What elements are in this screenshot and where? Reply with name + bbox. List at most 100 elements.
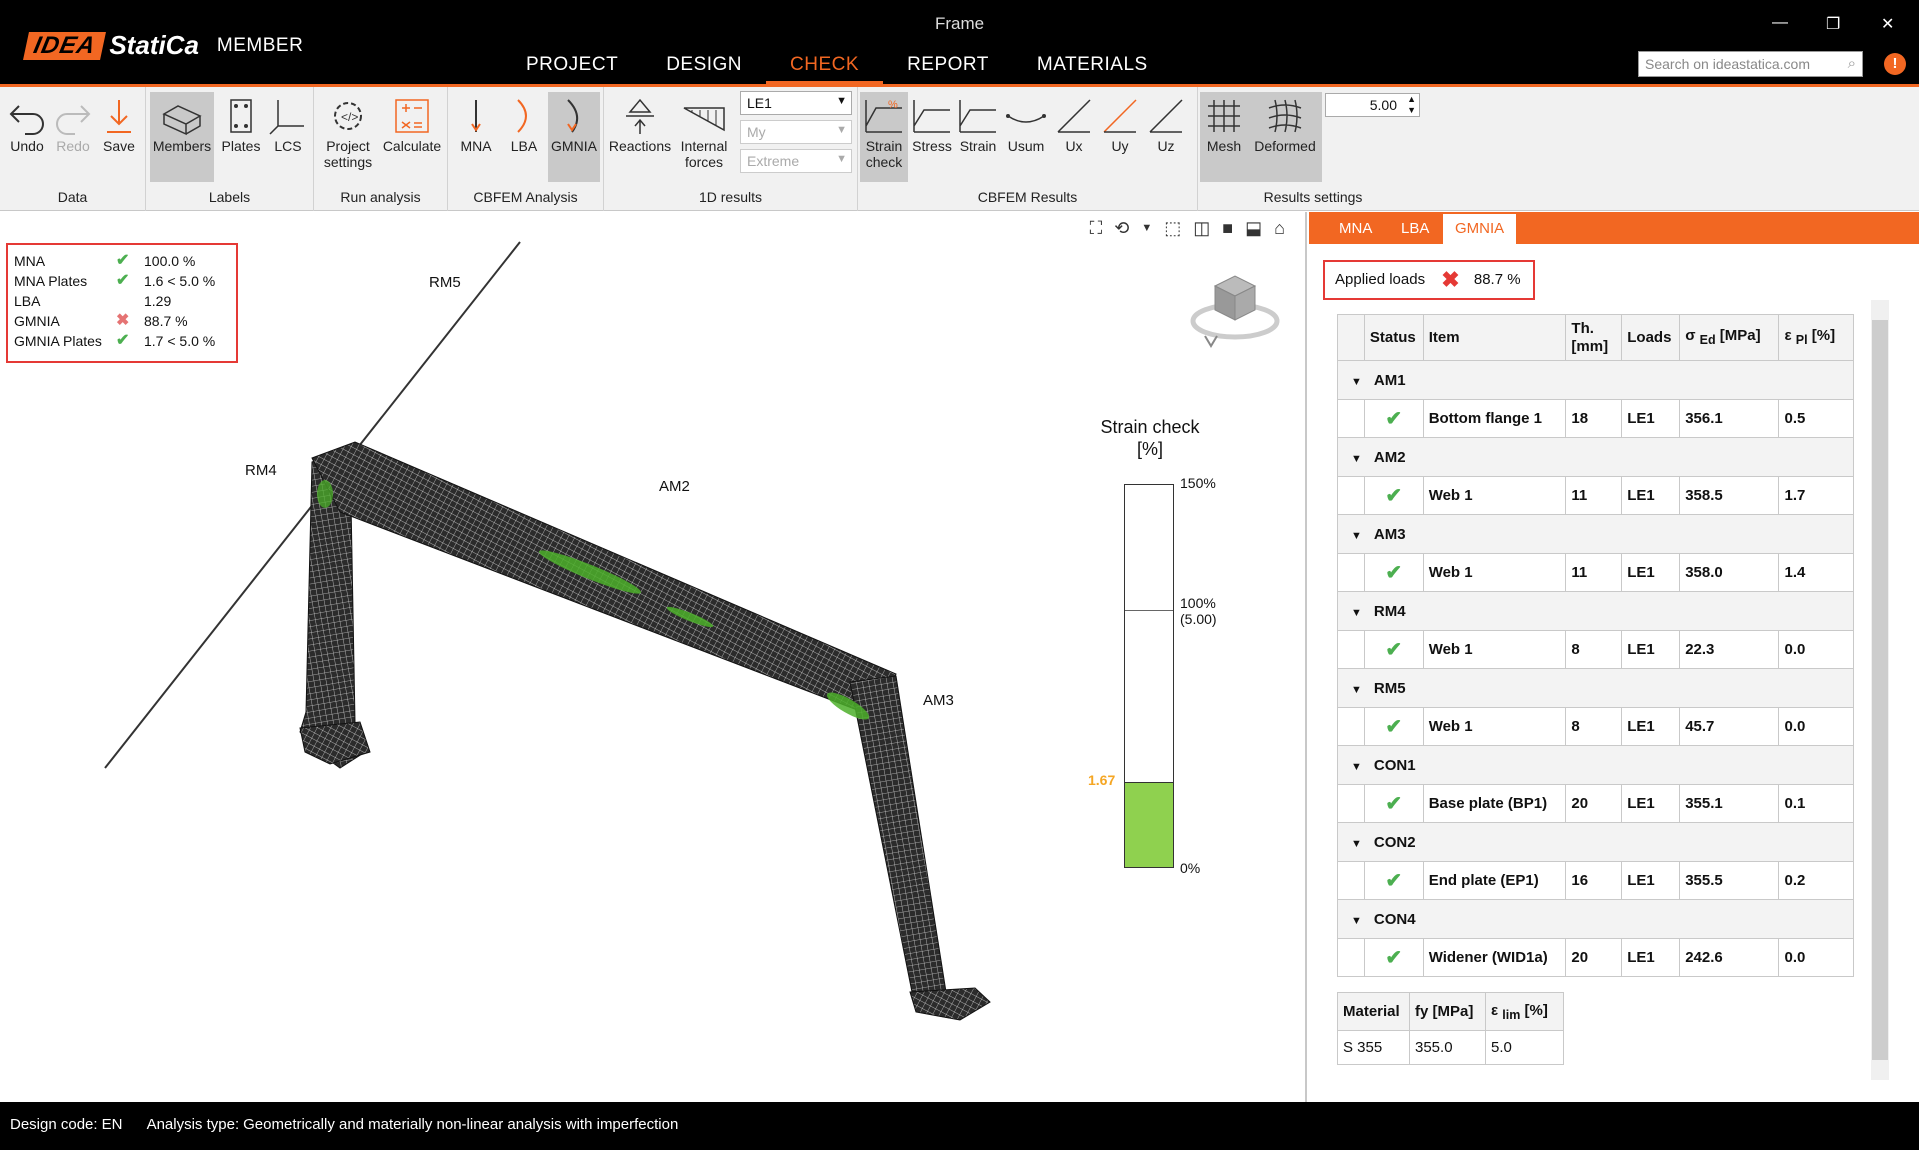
project-settings-button[interactable]: </> Project settings bbox=[318, 92, 378, 182]
item-cell: Base plate (BP1) bbox=[1422, 784, 1567, 823]
redo-button[interactable]: Redo bbox=[52, 92, 94, 182]
results-table: Status Item Th. [mm] Loads σ Ed [MPa] ε P… bbox=[1337, 314, 1854, 977]
analysis-type-label: Analysis type: bbox=[146, 1116, 240, 1133]
uz-label: Uz bbox=[1157, 138, 1175, 154]
view-cube-icon[interactable] bbox=[1185, 266, 1285, 366]
3d-viewport[interactable]: ⛶ ⟲ ▼ ⬚ ◫ ■ ⬓ ⌂ MNA ✔ 100.0 % MNA Plates ✔ 1.… bbox=[0, 212, 1307, 1102]
strain-check-button[interactable]: % Strain check bbox=[860, 92, 908, 182]
group-row[interactable]: ▼ CON1 bbox=[1337, 745, 1854, 785]
table-row[interactable]: ✔ Web 1 8 LE1 45.7 0.0 bbox=[1337, 707, 1854, 746]
table-row[interactable]: ✔ Widener (WID1a) 20 LE1 242.6 0.0 bbox=[1337, 938, 1854, 977]
chevron-down-icon[interactable]: ▼ bbox=[1351, 376, 1362, 388]
chevron-down-icon[interactable]: ▼ bbox=[1351, 761, 1362, 773]
extreme-select[interactable]: Extreme ▼ bbox=[740, 149, 852, 173]
component-select[interactable]: My ▼ bbox=[740, 120, 852, 144]
load-case-select[interactable]: LE1 ▼ bbox=[740, 91, 852, 115]
eps-cell: 0.0 bbox=[1778, 707, 1854, 746]
members-button[interactable]: Members bbox=[150, 92, 214, 182]
col-sigma-unit: [MPa] bbox=[1719, 326, 1761, 344]
material-name: S 355 bbox=[1337, 1030, 1410, 1065]
usum-button[interactable]: Usum bbox=[1002, 92, 1050, 182]
thickness-cell: 20 bbox=[1565, 784, 1623, 823]
applied-loads-label: Applied loads bbox=[1335, 271, 1426, 288]
chevron-down-icon[interactable]: ▼ bbox=[1351, 684, 1362, 696]
undo-button[interactable]: Undo bbox=[4, 92, 50, 182]
tab-lba[interactable]: LBA bbox=[1389, 214, 1441, 244]
deformed-button[interactable]: Deformed bbox=[1248, 92, 1322, 182]
chevron-down-icon[interactable]: ▼ bbox=[1351, 453, 1362, 465]
item-cell: Widener (WID1a) bbox=[1422, 938, 1567, 977]
loads-cell: LE1 bbox=[1621, 399, 1681, 438]
spinner-arrows-icon[interactable]: ▲ ▼ bbox=[1407, 94, 1416, 116]
member-label-rm5: RM5 bbox=[427, 274, 463, 291]
ribbon-group-data-label: Data bbox=[57, 189, 88, 205]
menu-materials[interactable]: MATERIALS bbox=[1013, 50, 1172, 84]
thickness-cell: 8 bbox=[1565, 630, 1623, 669]
reactions-button[interactable]: Reactions bbox=[608, 92, 672, 182]
plates-button[interactable]: Plates bbox=[218, 92, 264, 182]
minimize-icon[interactable]: — bbox=[1772, 14, 1788, 32]
col-eps-unit: [%] bbox=[1811, 326, 1836, 344]
redo-label: Redo bbox=[56, 138, 90, 154]
chevron-down-icon[interactable]: ▼ bbox=[1351, 915, 1362, 927]
usum-label: Usum bbox=[1007, 138, 1045, 154]
load-case-value: LE1 bbox=[747, 95, 772, 111]
scrollbar-thumb[interactable] bbox=[1872, 320, 1888, 1060]
table-row[interactable]: ✔ Web 1 11 LE1 358.0 1.4 bbox=[1337, 553, 1854, 592]
menu-project[interactable]: PROJECT bbox=[502, 50, 642, 84]
loads-cell: LE1 bbox=[1621, 938, 1681, 977]
uy-button[interactable]: Uy bbox=[1098, 92, 1142, 182]
col-sigma-symbol: σ bbox=[1685, 326, 1696, 344]
menu-design[interactable]: DESIGN bbox=[642, 50, 766, 84]
fail-x-icon: ✖ bbox=[1441, 267, 1460, 293]
tab-mna[interactable]: MNA bbox=[1327, 214, 1384, 244]
thickness-cell: 20 bbox=[1565, 938, 1623, 977]
group-row[interactable]: ▼ AM2 bbox=[1337, 437, 1854, 477]
chevron-down-icon[interactable]: ▼ bbox=[1351, 838, 1362, 850]
table-row[interactable]: ✔ Bottom flange 1 18 LE1 356.1 0.5 bbox=[1337, 399, 1854, 438]
gmnia-button[interactable]: GMNIA bbox=[548, 92, 600, 182]
tab-gmnia[interactable]: GMNIA bbox=[1443, 214, 1517, 244]
chevron-down-icon[interactable]: ▼ bbox=[1351, 530, 1362, 542]
group-row[interactable]: ▼ CON4 bbox=[1337, 899, 1854, 939]
group-row[interactable]: ▼ AM3 bbox=[1337, 514, 1854, 554]
table-row[interactable]: ✔ Web 1 8 LE1 22.3 0.0 bbox=[1337, 630, 1854, 669]
calculate-button[interactable]: Calculate bbox=[380, 92, 444, 182]
mesh-label: Mesh bbox=[1206, 138, 1242, 154]
chevron-down-icon[interactable]: ▼ bbox=[1351, 607, 1362, 619]
group-row[interactable]: ▼ CON2 bbox=[1337, 822, 1854, 862]
undo-icon bbox=[9, 105, 44, 135]
deformation-scale-input[interactable]: 5.00 ▲ ▼ bbox=[1325, 93, 1420, 117]
lcs-button[interactable]: LCS bbox=[266, 92, 310, 182]
search-icon[interactable]: ⌕ bbox=[1848, 55, 1856, 72]
stress-button[interactable]: Stress bbox=[910, 92, 954, 182]
internal-forces-button[interactable]: Internal forces bbox=[674, 92, 734, 182]
col-material: Material bbox=[1337, 992, 1410, 1031]
mna-button[interactable]: MNA bbox=[454, 92, 498, 182]
mesh-button[interactable]: Mesh bbox=[1200, 92, 1248, 182]
group-row[interactable]: ▼ RM4 bbox=[1337, 591, 1854, 631]
info-icon[interactable]: ! bbox=[1884, 53, 1906, 75]
table-row[interactable]: ✔ Web 1 11 LE1 358.5 1.7 bbox=[1337, 476, 1854, 515]
restore-icon[interactable]: ❐ bbox=[1826, 14, 1840, 34]
group-row[interactable]: ▼ AM1 bbox=[1337, 360, 1854, 400]
uz-button[interactable]: Uz bbox=[1144, 92, 1188, 182]
close-icon[interactable]: ✕ bbox=[1881, 14, 1894, 34]
save-button[interactable]: Save bbox=[98, 92, 140, 182]
table-row[interactable]: ✔ Base plate (BP1) 20 LE1 355.1 0.1 bbox=[1337, 784, 1854, 823]
col-loads: Loads bbox=[1621, 314, 1681, 361]
search-input[interactable]: Search on ideastatica.com ⌕ bbox=[1638, 51, 1863, 77]
menu-report[interactable]: REPORT bbox=[883, 50, 1013, 84]
sigma-cell: 22.3 bbox=[1679, 630, 1780, 669]
group-row[interactable]: ▼ RM5 bbox=[1337, 668, 1854, 708]
check-icon: ✔ bbox=[1363, 938, 1424, 977]
strain-button[interactable]: Strain bbox=[956, 92, 1000, 182]
table-row[interactable]: ✔ End plate (EP1) 16 LE1 355.5 0.2 bbox=[1337, 861, 1854, 900]
ux-button[interactable]: Ux bbox=[1052, 92, 1096, 182]
group-cell: ▼ RM5 bbox=[1337, 668, 1854, 708]
lba-button[interactable]: LBA bbox=[502, 92, 546, 182]
loads-cell: LE1 bbox=[1621, 707, 1681, 746]
eps-cell: 0.0 bbox=[1778, 630, 1854, 669]
menu-check[interactable]: CHECK bbox=[766, 50, 884, 84]
panel-scrollbar[interactable] bbox=[1871, 300, 1889, 1080]
